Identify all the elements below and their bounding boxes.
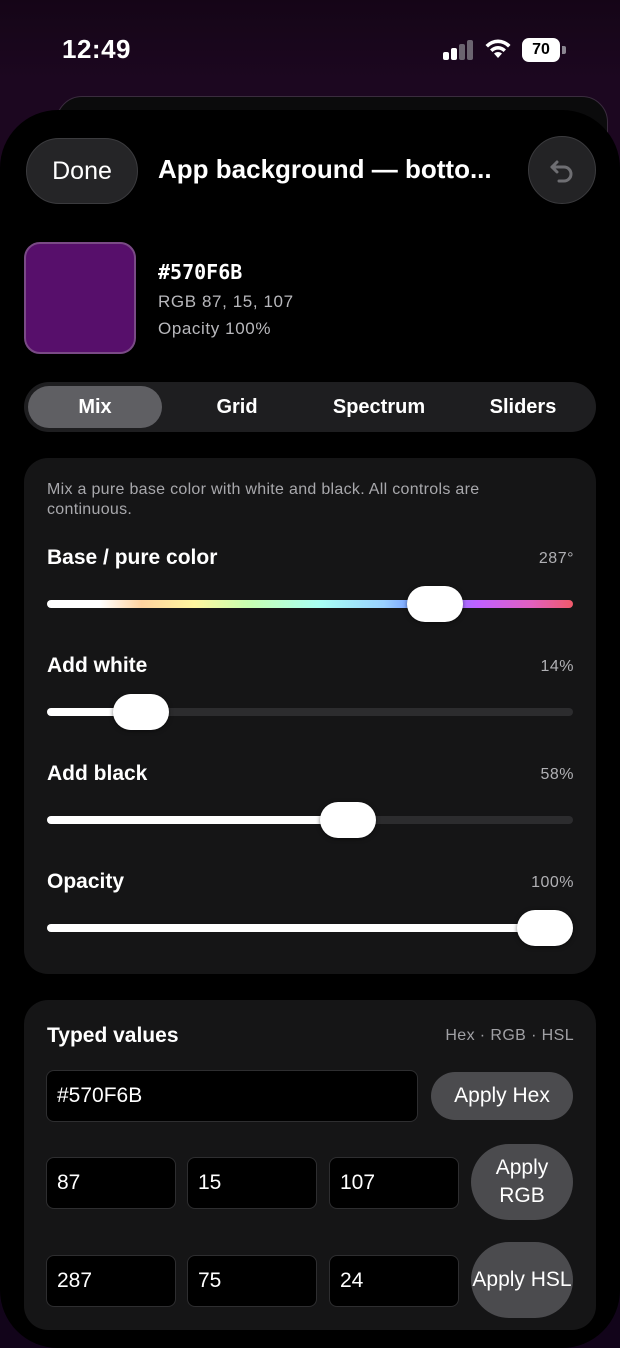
add-black-label: Add black xyxy=(47,762,148,785)
hsl-saturation-input[interactable]: 75 xyxy=(187,1255,317,1307)
hsl-hue-input[interactable]: 287 xyxy=(46,1255,176,1307)
battery-level: 70 xyxy=(532,41,550,58)
opacity-value: 100% xyxy=(531,874,574,891)
opacity-label: Opacity xyxy=(47,870,125,893)
typed-values-hint: Hex · RGB · HSL xyxy=(445,1027,574,1044)
hex-input[interactable]: #570F6B xyxy=(46,1070,418,1122)
base-color-label: Base / pure color xyxy=(47,546,218,569)
color-swatch xyxy=(24,242,136,354)
add-white-value: 14% xyxy=(540,658,574,675)
mode-segmented-control: Mix Grid Spectrum Sliders xyxy=(24,382,596,432)
base-color-value: 287° xyxy=(538,550,574,567)
rgb-red-input[interactable]: 87 xyxy=(46,1157,176,1209)
color-picker-sheet: Done App background — botto... #570F6B R… xyxy=(0,110,620,1348)
rgb-green-input[interactable]: 15 xyxy=(187,1157,317,1209)
add-white-slider[interactable] xyxy=(47,694,573,730)
apply-hsl-button[interactable]: Apply HSL xyxy=(471,1242,573,1318)
base-color-slider-thumb[interactable] xyxy=(407,586,464,622)
undo-icon xyxy=(550,160,573,183)
add-black-slider-thumb[interactable] xyxy=(319,802,376,838)
apply-hex-button[interactable]: Apply Hex xyxy=(431,1072,573,1120)
add-white-slider-thumb[interactable] xyxy=(112,694,169,730)
opacity-slider-fill xyxy=(47,924,545,932)
mix-panel: Mix a pure base color with white and bla… xyxy=(24,458,596,974)
status-bar: 12:49 70 xyxy=(0,0,620,100)
color-hex: #570F6B xyxy=(158,260,243,284)
color-rgb: RGB 87, 15, 107 xyxy=(158,292,294,311)
tab-spectrum[interactable]: Spectrum xyxy=(312,386,446,428)
wifi-icon xyxy=(485,39,511,58)
done-button[interactable]: Done xyxy=(26,138,138,204)
color-opacity: Opacity 100% xyxy=(158,319,272,338)
hsl-lightness-input[interactable]: 24 xyxy=(329,1255,459,1307)
undo-button[interactable] xyxy=(528,136,596,204)
add-black-value: 58% xyxy=(540,766,574,783)
sheet-title: App background — botto... xyxy=(158,154,492,184)
battery-icon: 70 xyxy=(522,38,566,62)
add-black-slider[interactable] xyxy=(47,802,573,838)
opacity-slider[interactable] xyxy=(47,910,573,946)
cellular-signal-icon xyxy=(443,40,475,60)
tab-mix[interactable]: Mix xyxy=(28,386,162,428)
opacity-slider-thumb[interactable] xyxy=(517,910,573,946)
tab-sliders[interactable]: Sliders xyxy=(454,386,592,428)
status-time: 12:49 xyxy=(62,34,131,64)
typed-values-panel: Typed values Hex · RGB · HSL #570F6B App… xyxy=(24,1000,596,1330)
rgb-blue-input[interactable]: 107 xyxy=(329,1157,459,1209)
add-white-label: Add white xyxy=(47,654,148,677)
base-color-slider[interactable] xyxy=(47,586,573,622)
mix-description: Mix a pure base color with white and bla… xyxy=(47,481,480,518)
apply-rgb-button[interactable]: Apply RGB xyxy=(471,1144,573,1220)
tab-grid[interactable]: Grid xyxy=(170,386,304,428)
typed-values-title: Typed values xyxy=(47,1024,179,1047)
add-black-slider-fill xyxy=(47,816,348,824)
